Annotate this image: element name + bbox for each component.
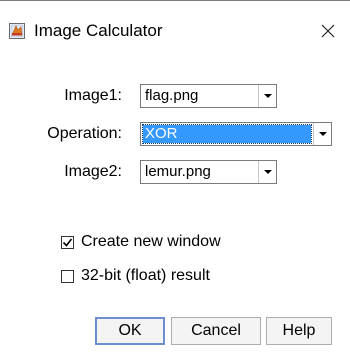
chevron-down-icon	[258, 161, 276, 183]
title-bar[interactable]: Image Calculator	[0, 1, 350, 51]
image1-label: Image1:	[64, 87, 122, 104]
help-button[interactable]: Help	[266, 317, 332, 345]
float-result-checkbox[interactable]	[61, 269, 74, 283]
image-calculator-dialog: Image Calculator Image1: flag.png Operat…	[0, 0, 350, 362]
close-button[interactable]	[316, 19, 340, 43]
image2-value: lemur.png	[145, 163, 211, 180]
imagej-icon	[9, 23, 25, 39]
float-result-option[interactable]: 32-bit (float) result	[61, 266, 210, 286]
create-new-window-label: Create new window	[81, 233, 221, 250]
image2-dropdown[interactable]: lemur.png	[140, 160, 277, 184]
operation-dropdown[interactable]: XOR	[140, 122, 332, 146]
image1-dropdown[interactable]: flag.png	[140, 84, 277, 108]
ok-button[interactable]: OK	[95, 317, 165, 345]
close-icon	[321, 24, 335, 38]
image2-label: Image2:	[64, 163, 122, 180]
chevron-down-icon	[313, 123, 331, 145]
create-new-window-checkbox[interactable]	[61, 235, 74, 249]
checkmark-icon	[62, 238, 73, 247]
operation-value: XOR	[142, 124, 312, 144]
image1-value: flag.png	[145, 87, 199, 104]
cancel-button[interactable]: Cancel	[171, 317, 261, 345]
create-new-window-option[interactable]: Create new window	[61, 232, 221, 252]
chevron-down-icon	[258, 85, 276, 107]
window-title: Image Calculator	[34, 21, 163, 40]
dialog-content: Image1: flag.png Operation: XOR Image2: …	[0, 51, 350, 362]
float-result-label: 32-bit (float) result	[81, 267, 210, 284]
operation-label: Operation:	[47, 125, 122, 142]
